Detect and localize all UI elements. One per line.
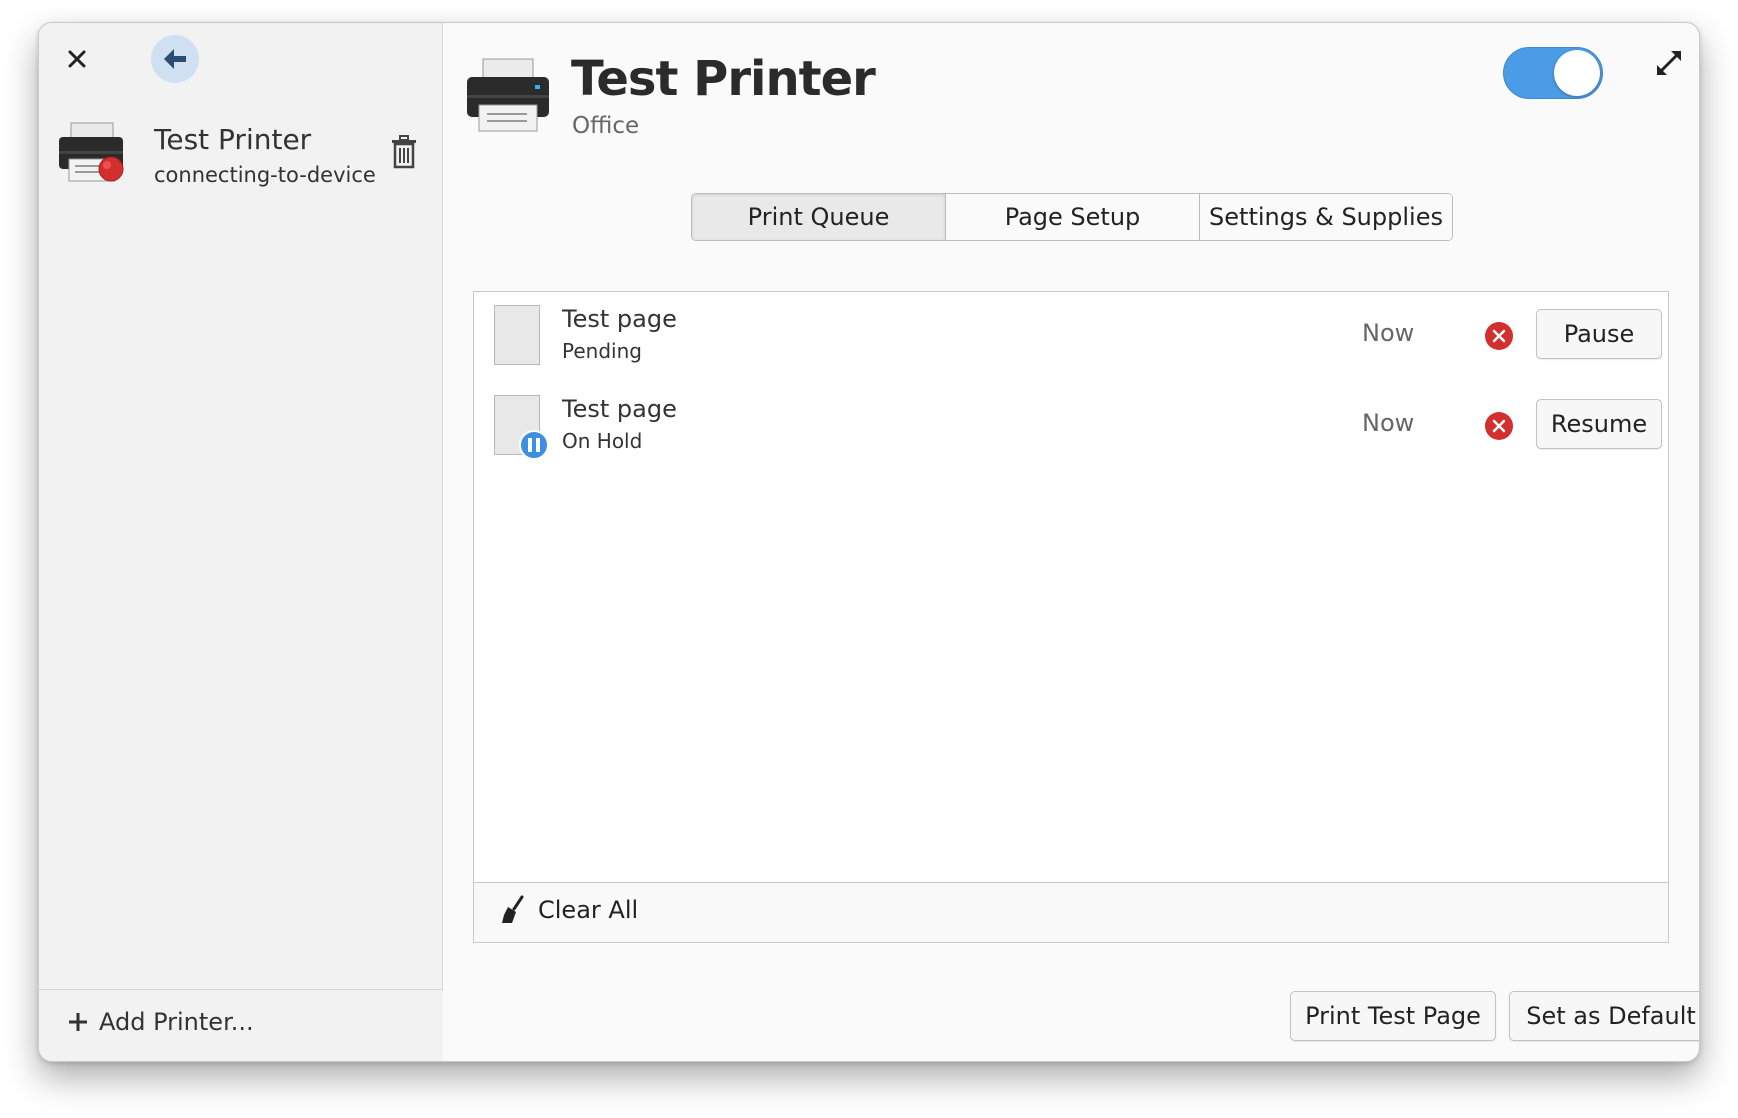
printer-icon	[467, 58, 549, 132]
print-queue-list: Test page Pending Now Pause Test page On…	[473, 291, 1669, 943]
printer-status: connecting-to-device	[154, 163, 376, 187]
tab-settings-supplies[interactable]: Settings & Supplies	[1200, 194, 1452, 240]
job-state: On Hold	[562, 429, 643, 453]
job-time: Now	[1362, 409, 1415, 437]
set-as-default-button[interactable]: Set as Default	[1509, 991, 1699, 1041]
printer-location: Office	[572, 113, 640, 139]
sidebar: Test Printer connecting-to-device Add Pr…	[39, 23, 443, 1061]
back-button[interactable]	[151, 35, 199, 83]
printer-window: Test Printer connecting-to-device Add Pr…	[38, 22, 1700, 1062]
clear-all-label: Clear All	[538, 896, 639, 924]
trash-icon[interactable]	[389, 135, 419, 169]
job-name: Test page	[562, 305, 677, 333]
sidebar-footer: Add Printer...	[39, 989, 443, 1061]
plus-icon	[69, 1013, 87, 1031]
back-arrow-icon	[164, 49, 186, 69]
close-icon	[68, 50, 86, 68]
tab-page-setup[interactable]: Page Setup	[946, 194, 1200, 240]
add-printer-button[interactable]: Add Printer...	[67, 1008, 254, 1036]
list-item: Test page On Hold Now Resume	[474, 395, 1668, 477]
pause-badge-icon	[519, 430, 549, 460]
close-button[interactable]	[59, 41, 95, 77]
cancel-icon[interactable]	[1484, 321, 1514, 351]
cancel-icon[interactable]	[1484, 411, 1514, 441]
pause-button[interactable]: Pause	[1536, 309, 1662, 359]
tab-print-queue[interactable]: Print Queue	[692, 194, 946, 240]
print-test-page-button[interactable]: Print Test Page	[1290, 991, 1496, 1041]
document-icon	[494, 305, 540, 365]
printer-icon	[59, 122, 124, 182]
tab-bar: Print Queue Page Setup Settings & Suppli…	[691, 193, 1453, 241]
job-time: Now	[1362, 319, 1415, 347]
page-title: Test Printer	[571, 51, 876, 107]
add-printer-label: Add Printer...	[99, 1008, 254, 1036]
list-item: Test page Pending Now Pause	[474, 305, 1668, 387]
job-name: Test page	[562, 395, 677, 423]
toggle-knob	[1554, 50, 1600, 96]
printer-enabled-toggle[interactable]	[1503, 47, 1603, 99]
main-panel: Test Printer Office Print Queue Page Set…	[443, 23, 1699, 1061]
resume-button[interactable]: Resume	[1536, 399, 1662, 449]
broom-icon	[502, 895, 524, 923]
sidebar-item-printer[interactable]: Test Printer connecting-to-device	[39, 109, 443, 199]
expand-icon[interactable]	[1651, 45, 1687, 81]
printer-name: Test Printer	[154, 123, 312, 156]
clear-all-button[interactable]: Clear All	[500, 895, 638, 925]
queue-footer: Clear All	[474, 882, 1668, 942]
job-state: Pending	[562, 339, 642, 363]
